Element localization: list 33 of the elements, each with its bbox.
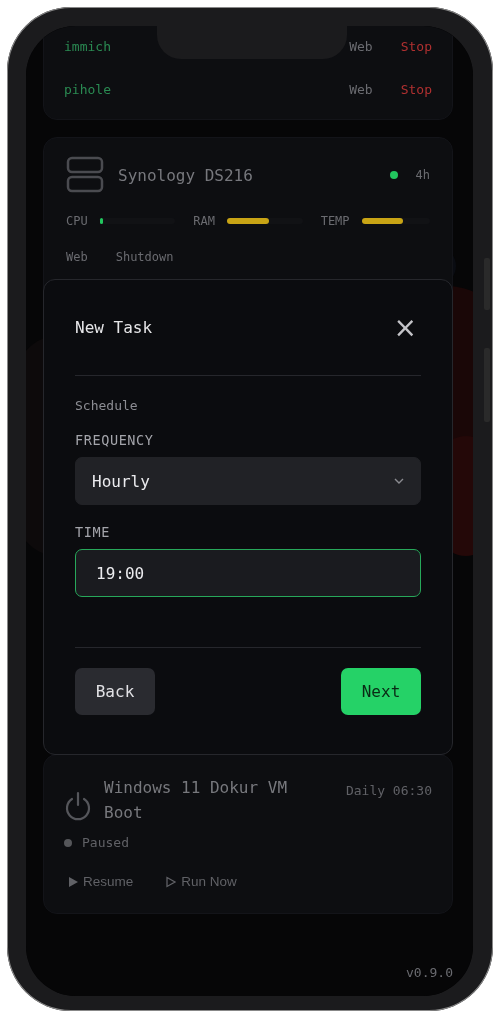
close-button[interactable]: × [389, 313, 421, 342]
run-now-button[interactable]: Run Now [159, 868, 243, 895]
time-input[interactable]: 19:00 [75, 549, 421, 597]
service-name: pihole [64, 82, 112, 97]
resume-button[interactable]: Resume [61, 868, 140, 895]
device-action[interactable]: Web [66, 250, 88, 264]
dialog-title: New Task [75, 318, 153, 337]
version-label: v0.9.0 [406, 965, 453, 980]
power-icon [64, 791, 92, 821]
stop-link[interactable]: Stop [400, 39, 432, 54]
task-title: Windows 11 Dokur VM Boot [104, 777, 289, 824]
device-action[interactable]: Shutdown [115, 250, 174, 264]
chevron-icon [394, 478, 404, 484]
stop-link[interactable]: Stop [400, 82, 432, 97]
device-name: Synology DS216 [118, 165, 254, 185]
play-icon [165, 875, 178, 888]
uptime: 4h [415, 168, 430, 182]
frequency-select[interactable]: Hourly [75, 457, 421, 505]
section-label: Schedule [75, 398, 139, 413]
back-button[interactable]: Back [75, 668, 155, 715]
task-schedule: Daily 06:30 [345, 783, 432, 798]
metric-label: CPU [66, 214, 88, 228]
server-icon [66, 156, 104, 194]
service-name: immich [64, 39, 112, 54]
metric-label: TEMP [320, 214, 350, 228]
field-label: TIME [75, 524, 111, 540]
metric-label: RAM [193, 214, 215, 228]
task-status: Paused [82, 835, 129, 850]
field-label: FREQUENCY [75, 432, 155, 448]
next-button[interactable]: Next [341, 668, 421, 715]
web-link[interactable]: Web [349, 82, 373, 97]
web-link[interactable]: Web [349, 39, 373, 54]
play-icon [67, 875, 79, 888]
